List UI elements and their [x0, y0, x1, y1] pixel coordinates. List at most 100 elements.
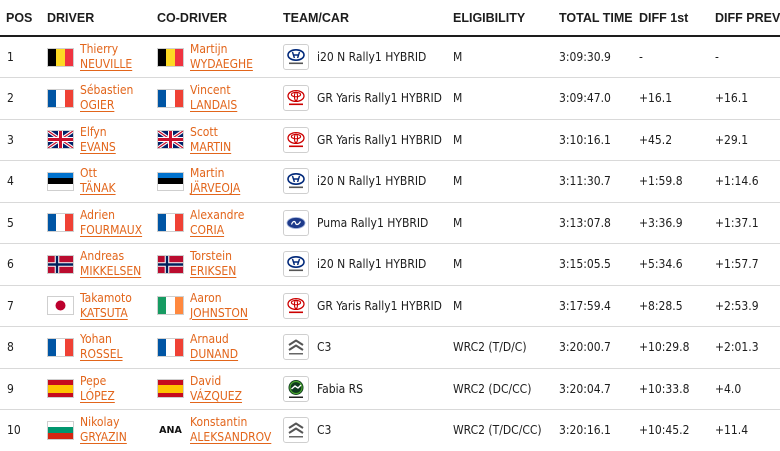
team-car-cell: i20 N Rally1 HYBRID	[283, 36, 453, 78]
codriver-last-name[interactable]: VÁZQUEZ	[190, 389, 242, 404]
codriver-last-name[interactable]: ERIKSEN	[190, 264, 236, 279]
codriver-first-name[interactable]: David	[190, 374, 242, 389]
driver-first-name[interactable]: Adrien	[80, 208, 142, 223]
codriver-first-name[interactable]: Martijn	[190, 42, 253, 57]
diff-prev: +1:14.6	[715, 160, 780, 203]
diff-first: +16.1	[639, 77, 715, 120]
driver-cell: Andreas MIKKELSEN	[47, 243, 157, 286]
position: 4	[0, 160, 47, 203]
eligibility: WRC2 (T/DC/CC)	[453, 409, 559, 451]
total-time: 3:17:59.4	[559, 285, 639, 327]
diff-prev: +16.1	[715, 77, 780, 120]
total-time: 3:10:16.1	[559, 119, 639, 161]
codriver-last-name[interactable]: LANDAIS	[190, 98, 237, 113]
driver-last-name[interactable]: LÓPEZ	[80, 389, 115, 404]
codriver-last-name[interactable]: WYDAEGHE	[190, 57, 253, 72]
diff-first: +10:45.2	[639, 409, 715, 451]
driver-last-name[interactable]: FOURMAUX	[80, 223, 142, 238]
driver-last-name[interactable]: EVANS	[80, 140, 116, 155]
eligibility: M	[453, 160, 559, 203]
toyota-logo-icon	[283, 126, 309, 153]
header-diff-first[interactable]: DIFF 1st	[639, 0, 715, 37]
header-driver[interactable]: DRIVER	[47, 0, 157, 37]
position: 8	[0, 326, 47, 369]
spain-flag-icon	[47, 379, 74, 399]
diff-prev: +29.1	[715, 119, 780, 161]
codriver-last-name[interactable]: CORIA	[190, 223, 244, 238]
codriver-first-name[interactable]: Martin	[190, 166, 240, 181]
driver-first-name[interactable]: Yohan	[80, 332, 123, 347]
driver-first-name[interactable]: Pepe	[80, 374, 115, 389]
diff-first: +3:36.9	[639, 202, 715, 244]
position: 5	[0, 202, 47, 244]
codriver-first-name[interactable]: Scott	[190, 125, 231, 140]
driver-cell: Thierry NEUVILLE	[47, 36, 157, 78]
diff-first: +10:29.8	[639, 326, 715, 369]
driver-first-name[interactable]: Sébastien	[80, 83, 133, 98]
spain-flag-icon	[157, 379, 184, 399]
codriver-last-name[interactable]: DUNAND	[190, 347, 238, 362]
eligibility: M	[453, 202, 559, 244]
codriver-cell: Martijn WYDAEGHE	[157, 36, 283, 78]
car-name: GR Yaris Rally1 HYBRID	[317, 298, 442, 313]
header-eligibility[interactable]: ELIGIBILITY	[453, 0, 559, 37]
driver-first-name[interactable]: Nikolay	[80, 415, 127, 430]
codriver-last-name[interactable]: JOHNSTON	[190, 306, 248, 321]
uk-flag-icon	[47, 130, 74, 150]
driver-cell: Adrien FOURMAUX	[47, 202, 157, 244]
driver-last-name[interactable]: KATSUTA	[80, 306, 132, 321]
france-flag-icon	[157, 337, 184, 357]
belgium-flag-icon	[47, 47, 74, 67]
total-time: 3:20:16.1	[559, 409, 639, 451]
codriver-first-name[interactable]: Alexandre	[190, 208, 244, 223]
norway-flag-icon	[157, 254, 184, 274]
driver-last-name[interactable]: TÄNAK	[80, 181, 116, 196]
codriver-cell: Scott MARTIN	[157, 119, 283, 161]
codriver-last-name[interactable]: ALEKSANDROV	[190, 430, 271, 445]
codriver-cell: Martin JÄRVEOJA	[157, 160, 283, 203]
table-row: 7 Takamoto KATSUTA Aaron JOHNSTON GR Yar…	[0, 285, 780, 327]
codriver-first-name[interactable]: Konstantin	[190, 415, 271, 430]
diff-prev: -	[715, 36, 780, 78]
codriver-first-name[interactable]: Vincent	[190, 83, 237, 98]
norway-flag-icon	[47, 254, 74, 274]
position: 7	[0, 285, 47, 327]
header-codriver[interactable]: CO-DRIVER	[157, 0, 283, 37]
header-diff-prev[interactable]: DIFF PREV	[715, 0, 780, 37]
header-team-car[interactable]: TEAM/CAR	[283, 0, 453, 37]
hyundai-logo-icon	[283, 44, 309, 70]
team-car-cell: GR Yaris Rally1 HYBRID	[283, 119, 453, 161]
bulgaria-flag-icon	[47, 420, 74, 440]
total-time: 3:13:07.8	[559, 202, 639, 244]
eligibility: WRC2 (DC/CC)	[453, 368, 559, 410]
codriver-first-name[interactable]: Torstein	[190, 249, 236, 264]
codriver-first-name[interactable]: Aaron	[190, 291, 248, 306]
driver-last-name[interactable]: NEUVILLE	[80, 57, 132, 72]
driver-first-name[interactable]: Thierry	[80, 42, 132, 57]
citroen-logo-icon	[283, 417, 309, 444]
header-row: POS DRIVER CO-DRIVER TEAM/CAR ELIGIBILIT…	[0, 0, 780, 37]
team-car-cell: GR Yaris Rally1 HYBRID	[283, 285, 453, 327]
position: 2	[0, 77, 47, 120]
diff-prev: +2:01.3	[715, 326, 780, 369]
driver-first-name[interactable]: Ott	[80, 166, 116, 181]
total-time: 3:09:47.0	[559, 77, 639, 120]
japan-flag-icon	[47, 296, 74, 316]
position: 3	[0, 119, 47, 161]
driver-first-name[interactable]: Takamoto	[80, 291, 132, 306]
driver-last-name[interactable]: MIKKELSEN	[80, 264, 141, 279]
driver-cell: Takamoto KATSUTA	[47, 285, 157, 327]
header-total-time[interactable]: TOTAL TIME	[559, 0, 639, 37]
driver-first-name[interactable]: Elfyn	[80, 125, 116, 140]
codriver-last-name[interactable]: JÄRVEOJA	[190, 181, 240, 196]
driver-last-name[interactable]: ROSSEL	[80, 347, 123, 362]
codriver-first-name[interactable]: Arnaud	[190, 332, 238, 347]
driver-first-name[interactable]: Andreas	[80, 249, 141, 264]
diff-first: +8:28.5	[639, 285, 715, 327]
header-pos[interactable]: POS	[0, 0, 47, 37]
driver-last-name[interactable]: OGIER	[80, 98, 133, 113]
driver-last-name[interactable]: GRYAZIN	[80, 430, 127, 445]
codriver-last-name[interactable]: MARTIN	[190, 140, 231, 155]
hyundai-logo-icon	[283, 168, 309, 195]
diff-prev: +2:53.9	[715, 285, 780, 327]
